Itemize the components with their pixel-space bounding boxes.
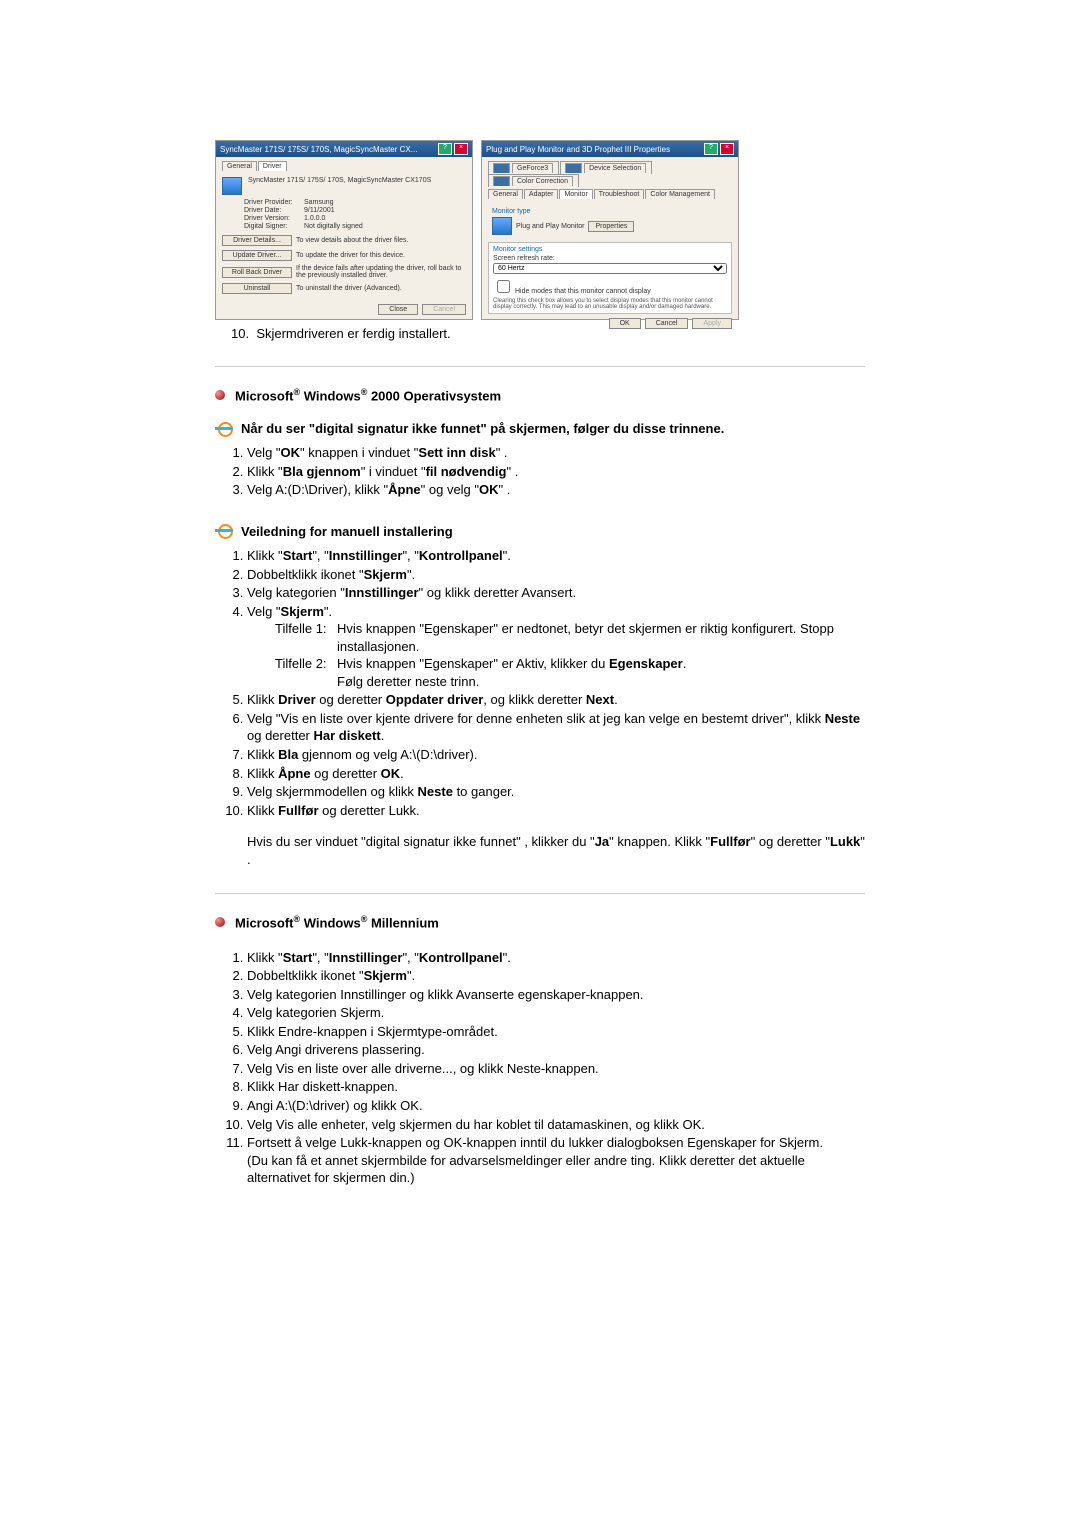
- update-driver-button[interactable]: Update Driver...: [222, 250, 292, 261]
- hide-modes-checkbox[interactable]: [497, 280, 510, 293]
- monitor-settings-box: Monitor settings Screen refresh rate: 60…: [488, 242, 732, 314]
- cancel-button: Cancel: [422, 304, 466, 315]
- rollback-driver-button[interactable]: Roll Back Driver: [222, 267, 292, 278]
- help-icon[interactable]: ?: [438, 143, 452, 155]
- device-name: SyncMaster 171S/ 175S/ 170S, MagicSyncMa…: [248, 177, 431, 195]
- tab-colorman[interactable]: Color Management: [645, 189, 715, 199]
- monitor-icon: [222, 177, 242, 195]
- tab-general[interactable]: General: [222, 161, 257, 171]
- divider: [215, 893, 865, 894]
- cancel-button[interactable]: Cancel: [645, 318, 689, 329]
- tab-geforce[interactable]: GeForce3: [488, 161, 559, 174]
- subhead-manual: Veiledning for manuell installering: [215, 524, 865, 539]
- manual-steps: Klikk "Start", "Innstillinger", "Kontrol…: [219, 547, 865, 819]
- signature-steps: Velg "OK" knappen i vinduet "Sett inn di…: [219, 444, 865, 499]
- dialog1-tabs: General Driver: [222, 161, 466, 171]
- close-icon[interactable]: ×: [720, 143, 734, 155]
- driver-details-button[interactable]: Driver Details...: [222, 235, 292, 246]
- tab-troubleshoot[interactable]: Troubleshoot: [594, 189, 645, 199]
- bullet-icon: [215, 390, 225, 400]
- close-button[interactable]: Close: [378, 304, 418, 315]
- dialog2-title: Plug and Play Monitor and 3D Prophet III…: [486, 145, 670, 154]
- uninstall-button[interactable]: Uninstall: [222, 283, 292, 294]
- tab-monitor[interactable]: Monitor: [559, 189, 592, 199]
- monitor-icon: [492, 217, 512, 235]
- properties-button[interactable]: Properties: [588, 221, 634, 232]
- manual-note: Hvis du ser vinduet "digital signatur ik…: [247, 833, 865, 868]
- tab-driver[interactable]: Driver: [258, 161, 287, 171]
- help-icon[interactable]: ?: [704, 143, 718, 155]
- bullet-icon: [215, 917, 225, 927]
- apply-button: Apply: [692, 318, 732, 329]
- section-win2000: Microsoft® Windows® 2000 Operativsystem: [215, 387, 865, 403]
- tab-general2[interactable]: General: [488, 189, 523, 199]
- step-icon: [215, 524, 233, 538]
- section-winme: Microsoft® Windows® Millennium: [215, 914, 865, 930]
- tab-colorcorr[interactable]: Color Correction: [488, 174, 579, 187]
- close-icon[interactable]: ×: [454, 143, 468, 155]
- refresh-rate-select[interactable]: 60 Hertz: [493, 263, 727, 274]
- tab-adapter[interactable]: Adapter: [524, 189, 559, 199]
- ok-button[interactable]: OK: [609, 318, 641, 329]
- subhead-signature: Når du ser "digital signatur ikke funnet…: [215, 421, 865, 436]
- screenshot-row: SyncMaster 171S/ 175S/ 170S, MagicSyncMa…: [215, 140, 865, 320]
- tab-devsel[interactable]: Device Selection: [560, 161, 652, 174]
- dialog1-title: SyncMaster 171S/ 175S/ 170S, MagicSyncMa…: [220, 145, 417, 154]
- divider: [215, 366, 865, 367]
- step-icon: [215, 422, 233, 436]
- winme-steps: Klikk "Start", "Innstillinger", "Kontrol…: [219, 949, 865, 1187]
- driver-properties-dialog: SyncMaster 171S/ 175S/ 170S, MagicSyncMa…: [215, 140, 473, 320]
- monitor-properties-dialog: Plug and Play Monitor and 3D Prophet III…: [481, 140, 739, 320]
